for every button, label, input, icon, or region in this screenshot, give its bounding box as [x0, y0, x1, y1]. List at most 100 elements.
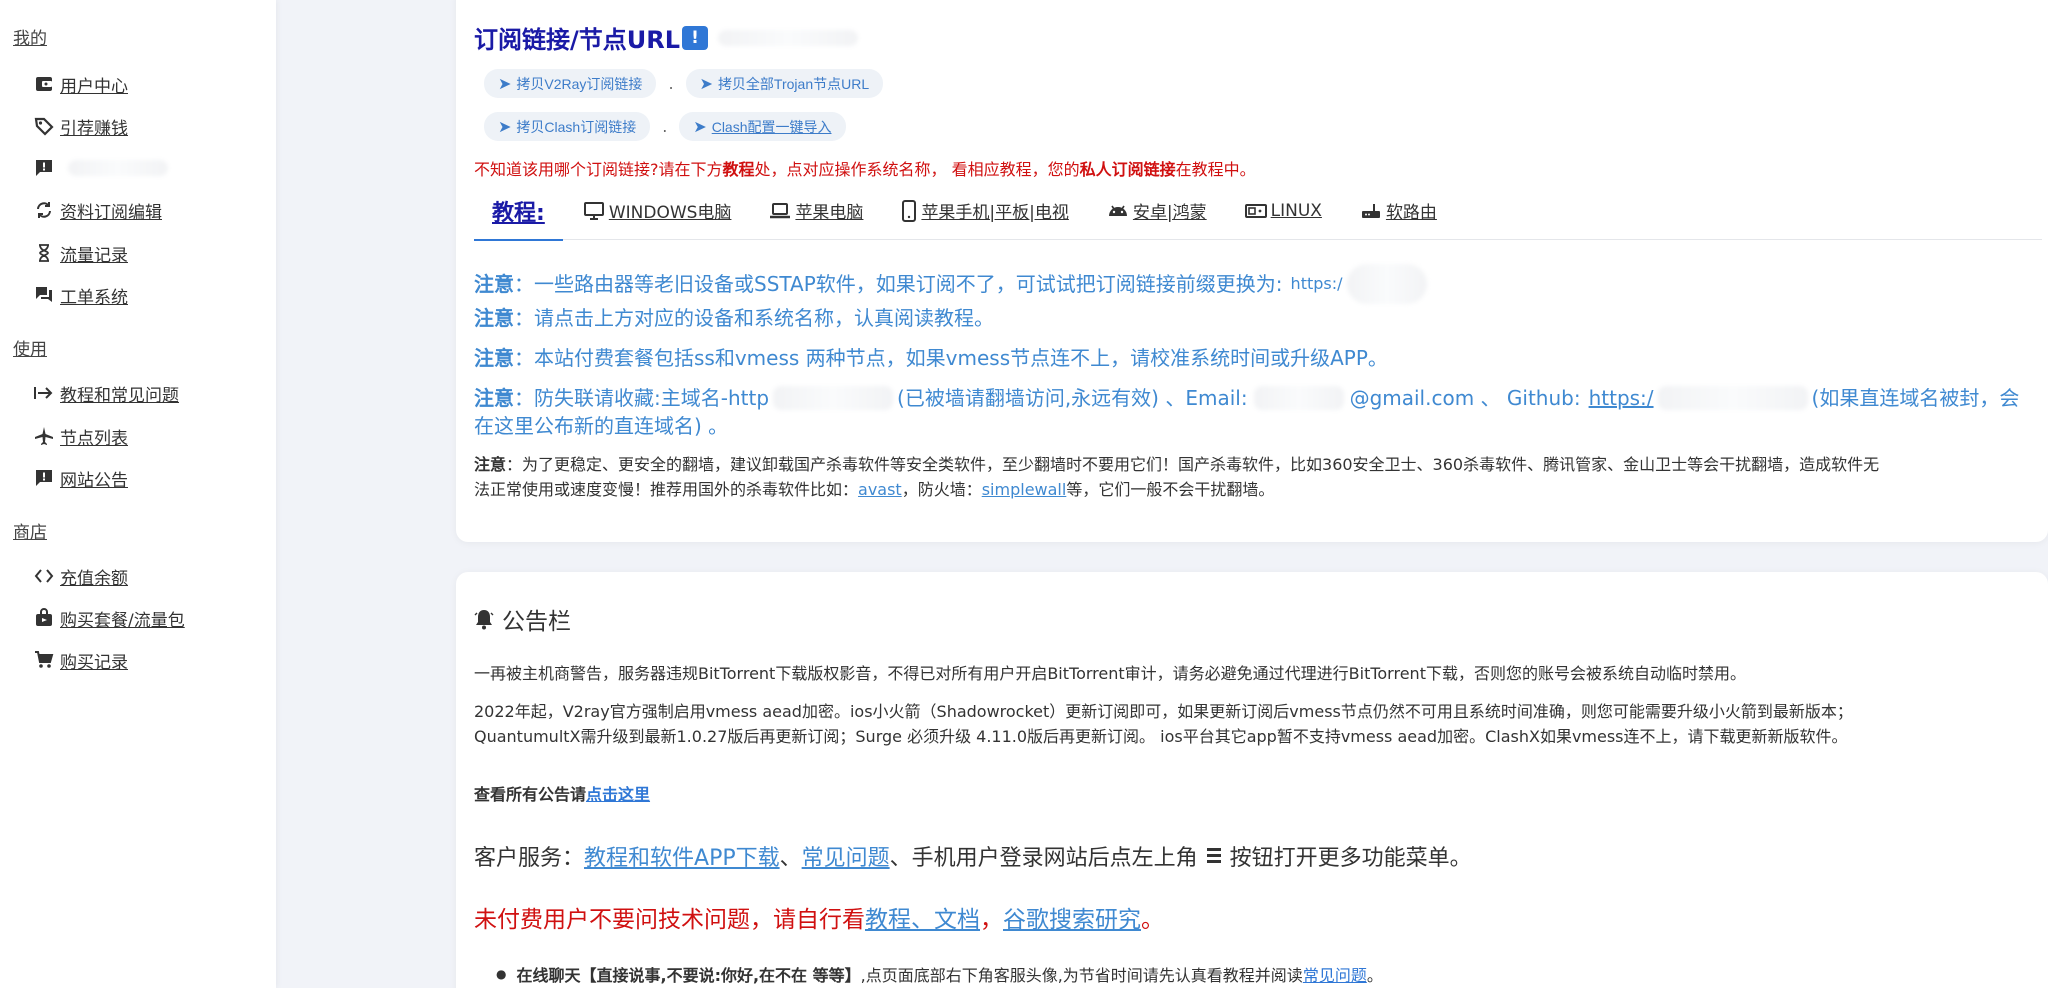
unpaid-user-warning: 未付费用户不要问技术问题，请自行看教程、文档，谷歌搜索研究。: [474, 907, 1164, 933]
tab-mac[interactable]: 苹果电脑: [769, 182, 863, 240]
hourglass-icon: [32, 241, 56, 265]
redacted-text: [1657, 386, 1808, 410]
bell-icon: [474, 608, 494, 630]
view-all-announcements: 查看所有公告请点击这里: [474, 785, 651, 804]
sidebar-item-label: 购买套餐/流量包: [60, 610, 185, 631]
menu-icon: [1206, 846, 1222, 866]
prefix-url: https:/: [1290, 274, 1343, 293]
tab-router[interactable]: 软路由: [1360, 182, 1437, 240]
arrow-to-line-icon: [32, 381, 56, 405]
announcement-paragraph-1: 一再被主机商警告，服务器违规BitTorrent下载版权影音，不得已对所有用户开…: [474, 664, 1746, 683]
google-search-link[interactable]: 谷歌搜索研究: [1003, 907, 1141, 933]
subscription-warning: 不知道该用哪个订阅链接?请在下方教程处，点对应操作系统名称， 看相应教程，您的私…: [474, 160, 1256, 179]
sidebar-section-usage[interactable]: 使用: [13, 335, 47, 360]
airplane-icon: [32, 424, 56, 448]
sidebar-item-label: 购买记录: [60, 652, 128, 673]
sidebar-item-user-center[interactable]: 用户中心: [32, 69, 128, 99]
announcement-title: 公告栏: [474, 602, 571, 636]
alert-message-icon: [32, 466, 56, 490]
send-icon: ➤: [699, 75, 713, 93]
view-all-link[interactable]: 点击这里: [586, 785, 650, 804]
sidebar-item-nodes[interactable]: 节点列表: [32, 421, 128, 451]
tutorial-tabs: 教程: WINDOWS电脑 苹果电脑 苹果手机|平板|电视 安卓|鸿蒙 LINU…: [474, 182, 2042, 241]
github-link[interactable]: https:/: [1589, 384, 1654, 412]
avast-link[interactable]: avast: [858, 480, 902, 499]
subscription-card: 订阅链接/节点URL ! ➤ 拷贝V2Ray订阅链接 . ➤ 拷贝全部Troja…: [456, 0, 2048, 542]
faq-link[interactable]: 常见问题: [802, 840, 890, 872]
sidebar-item-label: 充值余额: [60, 568, 128, 589]
note-4: 注意 ：防失联请收藏:主域名-http (已被墙请翻墙访问,永远有效) 、Emai…: [474, 384, 2034, 440]
tag-icon: [32, 114, 56, 138]
sidebar-item-label: 资料订阅编辑: [60, 202, 162, 223]
sidebar-item-referral[interactable]: 引荐赚钱: [32, 111, 128, 141]
copy-v2ray-button[interactable]: ➤ 拷贝V2Ray订阅链接: [484, 69, 657, 98]
sidebar-item-label: 流量记录: [60, 245, 128, 266]
separator: .: [662, 117, 668, 136]
sidebar-item-label: 引荐赚钱: [60, 118, 128, 139]
sidebar-item-tutorials[interactable]: 教程和常见问题: [32, 378, 179, 408]
separator: .: [668, 74, 674, 93]
send-icon: ➤: [498, 118, 512, 136]
live-chat-list-item: ● 在线聊天【直接说事,不要说:你好,在不在 等等】 ,点页面底部右下角客服头像,…: [496, 962, 1383, 986]
info-badge-icon: !: [682, 25, 709, 50]
note-2: 注意：请点击上方对应的设备和系统名称，认真阅读教程。: [474, 306, 994, 330]
send-icon: ➤: [498, 75, 512, 93]
clash-import-button[interactable]: ➤ Clash配置一键导入: [679, 112, 846, 141]
terminal-icon: [1244, 201, 1267, 221]
redacted-text: [1253, 386, 1344, 410]
sidebar-item-label: 网站公告: [60, 470, 128, 491]
sidebar-item-label: 工单系统: [60, 287, 128, 308]
note-1: 注意 ：一些路由器等老旧设备或SSTAP软件，如果订阅不了，可试试把订阅链接前缀更…: [474, 264, 1427, 304]
alert-message-icon: [32, 156, 56, 180]
sidebar-section-mine[interactable]: 我的: [13, 24, 47, 49]
android-icon: [1107, 201, 1129, 221]
redacted-text: [718, 29, 859, 46]
faq-link-2[interactable]: 常见问题: [1303, 962, 1367, 986]
sidebar-item-recharge[interactable]: 充值余额: [32, 561, 128, 591]
shopping-bag-icon: [32, 606, 56, 630]
tab-tutorial[interactable]: 教程:: [474, 182, 563, 241]
monitor-icon: [583, 201, 605, 221]
bullet-icon: ●: [496, 967, 507, 981]
tab-linux[interactable]: LINUX: [1244, 182, 1322, 240]
copy-clash-button[interactable]: ➤ 拷贝Clash订阅链接: [484, 112, 651, 141]
tab-windows[interactable]: WINDOWS电脑: [583, 182, 731, 240]
cart-icon: [32, 648, 56, 672]
sync-icon: [32, 198, 56, 222]
note-3: 注意：本站付费套餐包括ss和vmess 两种节点，如果vmess节点连不上，请校…: [474, 346, 1388, 370]
copy-trojan-button[interactable]: ➤ 拷贝全部Trojan节点URL: [685, 69, 884, 98]
sidebar-item-subscription-edit[interactable]: 资料订阅编辑: [32, 195, 162, 225]
customer-service-line: 客户服务： 教程和软件APP下载 、 常见问题 、手机用户登录网站后点左上角 按…: [474, 840, 1472, 872]
copy-button-row-2: ➤ 拷贝Clash订阅链接 . ➤ Clash配置一键导入: [484, 112, 846, 141]
sidebar-item-label: 教程和常见问题: [60, 385, 179, 406]
redacted-text: [68, 160, 168, 176]
sidebar-section-shop[interactable]: 商店: [13, 518, 47, 543]
sidebar-item-buy-plan[interactable]: 购买套餐/流量包: [32, 603, 185, 633]
code-icon: [32, 564, 56, 588]
sidebar: 我的 用户中心 引荐赚钱 资料订阅编辑 流量记录 工单系统 使用 教程和常见问题…: [0, 0, 276, 988]
announcement-card: 公告栏 一再被主机商警告，服务器违规BitTorrent下载版权影音，不得已对所…: [456, 572, 2048, 988]
subscription-title: 订阅链接/节点URL !: [474, 20, 859, 55]
phone-icon: [901, 199, 917, 222]
tab-android[interactable]: 安卓|鸿蒙: [1107, 182, 1207, 240]
redacted-text: [1346, 264, 1427, 304]
note-4-continued: 在这里公布新的直连域名) 。: [474, 414, 729, 438]
tab-ios[interactable]: 苹果手机|平板|电视: [901, 182, 1069, 240]
tutorial-download-link[interactable]: 教程和软件APP下载: [584, 840, 780, 872]
router-icon: [1360, 201, 1382, 221]
note-5: 注意：为了更稳定、更安全的翻墙，建议卸载国产杀毒软件等安全类软件，至少翻墙时不要…: [474, 455, 1880, 499]
sidebar-item-purchase-history[interactable]: 购买记录: [32, 645, 128, 675]
sidebar-item-announcements[interactable]: 网站公告: [32, 463, 128, 493]
copy-button-row-1: ➤ 拷贝V2Ray订阅链接 . ➤ 拷贝全部Trojan节点URL: [484, 69, 884, 98]
sidebar-item-label: 节点列表: [60, 428, 128, 449]
send-icon: ➤: [693, 118, 707, 136]
sidebar-item-traffic-log[interactable]: 流量记录: [32, 238, 128, 268]
redacted-text: [773, 386, 894, 410]
announcement-paragraph-2: 2022年起，V2ray官方强制启用vmess aead加密。ios小火箭（Sh…: [474, 702, 1853, 746]
simplewall-link[interactable]: simplewall: [982, 480, 1067, 499]
sidebar-item-hidden[interactable]: [32, 153, 168, 183]
laptop-icon: [769, 201, 791, 221]
sidebar-item-label: 用户中心: [60, 76, 128, 97]
sidebar-item-tickets[interactable]: 工单系统: [32, 280, 128, 310]
docs-link[interactable]: 教程、文档: [865, 907, 980, 933]
